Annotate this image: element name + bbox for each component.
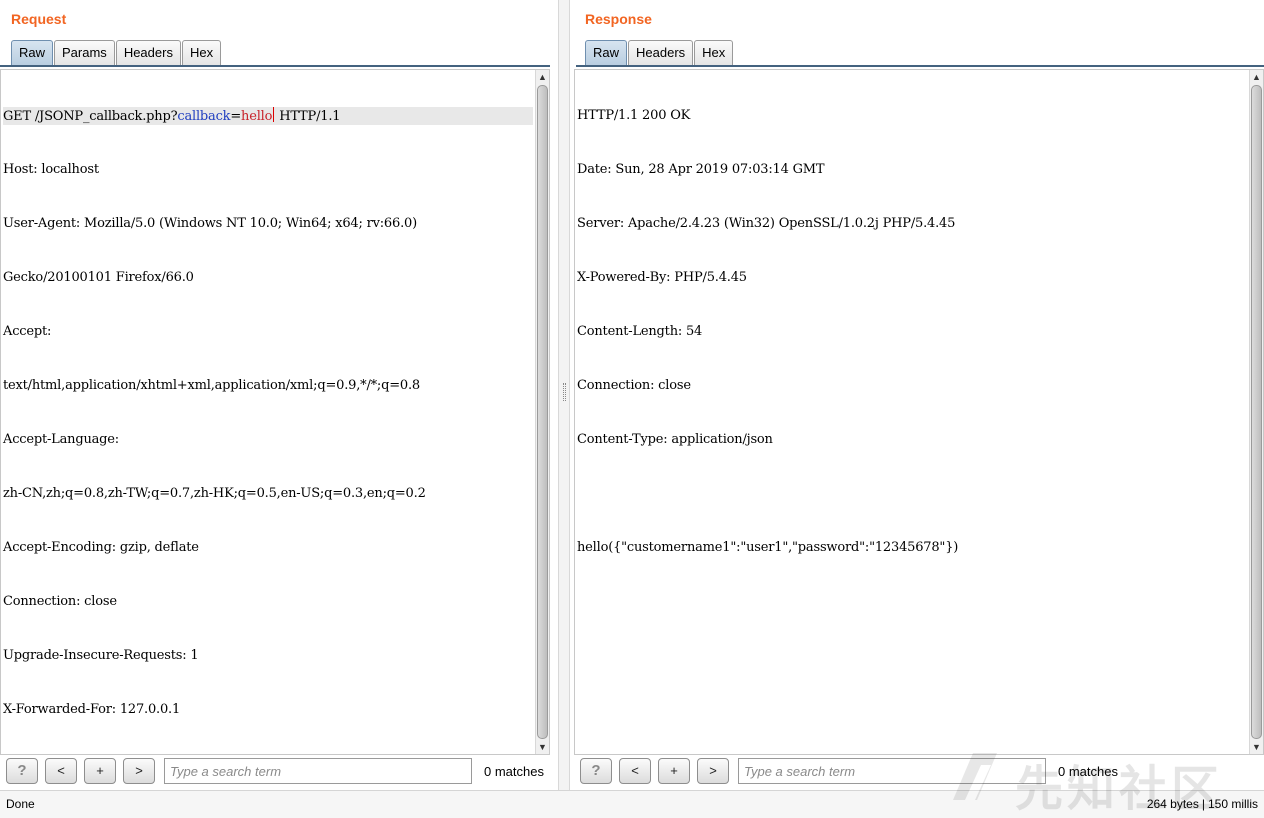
scroll-down-arrow-icon[interactable]: ▼ xyxy=(536,740,549,754)
response-matches-count: 0 matches xyxy=(1058,764,1118,779)
request-matches-count: 0 matches xyxy=(484,764,544,779)
request-header-line: Upgrade-Insecure-Requests: 1 xyxy=(3,648,199,663)
response-line: Content-Length: 54 xyxy=(577,324,703,339)
request-tab-params[interactable]: Params xyxy=(54,40,115,66)
request-header-line: text/html,application/xhtml+xml,applicat… xyxy=(3,378,420,393)
response-line: X-Powered-By: PHP/5.4.45 xyxy=(577,270,747,285)
request-header-line: Host: localhost xyxy=(3,162,99,177)
callback-param-name: callback xyxy=(177,109,231,124)
response-line: Content-Type: application/json xyxy=(577,432,773,447)
request-search-next-button[interactable]: > xyxy=(123,758,155,784)
response-tab-headers[interactable]: Headers xyxy=(628,40,694,66)
scroll-up-arrow-icon[interactable]: ▲ xyxy=(536,70,549,84)
request-tab-hex[interactable]: Hex xyxy=(181,40,222,66)
response-stats: 264 bytes | 150 millis xyxy=(1147,797,1258,811)
response-search-bar: ? < + > 0 matches xyxy=(580,758,1264,784)
response-tabs: Raw Headers Hex xyxy=(585,40,734,66)
scroll-up-arrow-icon[interactable]: ▲ xyxy=(1250,70,1263,84)
response-tabs-underline xyxy=(576,65,1264,67)
divider-grip-icon[interactable] xyxy=(563,383,566,401)
request-pane: Request Raw Params Headers Hex GET /JSON… xyxy=(0,0,558,790)
request-tab-headers[interactable]: Headers xyxy=(115,40,181,66)
request-editor[interactable]: GET /JSONP_callback.php?callback=hello H… xyxy=(0,69,550,755)
request-search-bar: ? < + > 0 matches xyxy=(6,758,554,784)
response-search-help-button[interactable]: ? xyxy=(580,758,612,784)
request-text[interactable]: GET /JSONP_callback.php?callback=hello H… xyxy=(3,71,533,754)
request-header-line: Connection: close xyxy=(3,594,117,609)
request-header-line: X-Forwarded-For: 127.0.0.1 xyxy=(3,702,181,717)
request-title: Request xyxy=(11,11,67,27)
pane-split-divider[interactable] xyxy=(558,0,570,790)
response-search-add-button[interactable]: + xyxy=(658,758,690,784)
request-scrollbar[interactable]: ▲ ▼ xyxy=(535,70,549,754)
request-search-add-button[interactable]: + xyxy=(84,758,116,784)
response-title: Response xyxy=(585,11,652,27)
callback-param-value: hello xyxy=(241,109,273,124)
request-tabs-underline xyxy=(0,65,550,67)
response-line: Date: Sun, 28 Apr 2019 07:03:14 GMT xyxy=(577,162,825,177)
response-scrollbar[interactable]: ▲ ▼ xyxy=(1249,70,1263,754)
response-line: HTTP/1.1 200 OK xyxy=(577,108,691,123)
response-size: 264 bytes xyxy=(1146,797,1199,811)
status-bar: Done 264 bytes | 150 millis xyxy=(0,790,1264,818)
response-search-next-button[interactable]: > xyxy=(697,758,729,784)
request-line-prefix: GET /JSONP_callback.php? xyxy=(3,109,178,124)
request-header-line: zh-CN,zh;q=0.8,zh-TW;q=0.7,zh-HK;q=0.5,e… xyxy=(3,486,426,501)
response-search-input[interactable] xyxy=(738,758,1046,784)
request-tabs: Raw Params Headers Hex xyxy=(11,40,222,66)
response-body-line: hello({"customername1":"user1","password… xyxy=(577,540,959,555)
response-line: Server: Apache/2.4.23 (Win32) OpenSSL/1.… xyxy=(577,216,956,231)
request-scroll-thumb[interactable] xyxy=(537,85,548,739)
response-scroll-thumb[interactable] xyxy=(1251,85,1262,739)
request-header-line: Gecko/20100101 Firefox/66.0 xyxy=(3,270,194,285)
request-header-line: Accept: xyxy=(3,324,52,339)
request-line-suffix: HTTP/1.1 xyxy=(275,109,341,124)
response-editor[interactable]: HTTP/1.1 200 OK Date: Sun, 28 Apr 2019 0… xyxy=(574,69,1264,755)
param-equals: = xyxy=(230,109,242,124)
request-search-prev-button[interactable]: < xyxy=(45,758,77,784)
status-text: Done xyxy=(6,797,35,811)
response-text[interactable]: HTTP/1.1 200 OK Date: Sun, 28 Apr 2019 0… xyxy=(577,71,1247,593)
request-header-line: Accept-Encoding: gzip, deflate xyxy=(3,540,199,555)
response-pane: Response Raw Headers Hex HTTP/1.1 200 OK… xyxy=(570,0,1264,790)
request-header-line: Accept-Language: xyxy=(3,432,119,447)
stats-separator: | xyxy=(1201,797,1205,811)
scroll-down-arrow-icon[interactable]: ▼ xyxy=(1250,740,1263,754)
response-time: 150 millis xyxy=(1207,797,1258,811)
response-search-prev-button[interactable]: < xyxy=(619,758,651,784)
response-blank-line xyxy=(577,485,1247,503)
request-search-input[interactable] xyxy=(164,758,472,784)
request-line: GET /JSONP_callback.php?callback=hello H… xyxy=(3,107,533,125)
request-header-line: User-Agent: Mozilla/5.0 (Windows NT 10.0… xyxy=(3,216,417,231)
response-tab-hex[interactable]: Hex xyxy=(694,40,734,66)
request-tab-raw[interactable]: Raw xyxy=(11,40,54,66)
request-search-help-button[interactable]: ? xyxy=(6,758,38,784)
response-line: Connection: close xyxy=(577,378,691,393)
response-tab-raw[interactable]: Raw xyxy=(585,40,628,66)
